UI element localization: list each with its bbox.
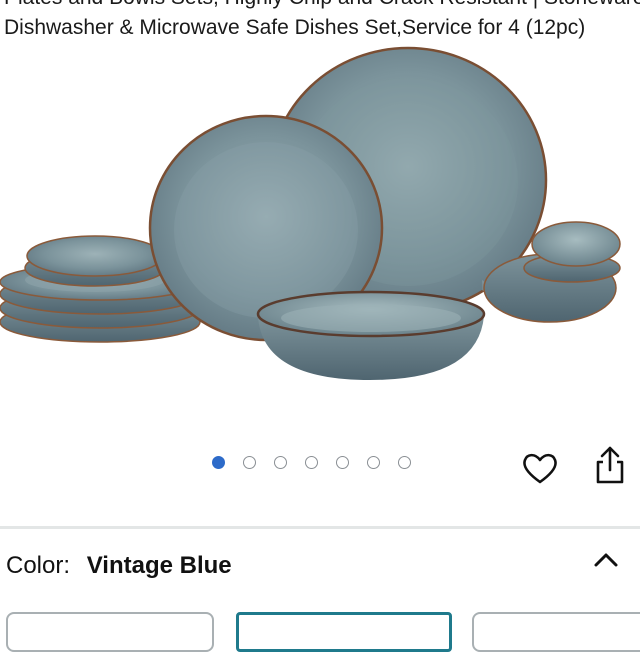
dinnerware-illustration bbox=[0, 46, 621, 380]
color-label: Color: bbox=[6, 552, 71, 579]
color-selector-header[interactable]: Color: Vintage Blue bbox=[6, 552, 232, 580]
pagination-dot-1[interactable] bbox=[212, 456, 225, 469]
heart-icon[interactable] bbox=[520, 448, 560, 488]
color-option-2-selected[interactable] bbox=[236, 612, 452, 652]
product-title: Plates and Bowls Sets, Highly Chip and C… bbox=[4, 0, 640, 43]
image-pagination[interactable] bbox=[212, 456, 411, 469]
color-value: Vintage Blue bbox=[86, 552, 232, 579]
pagination-dot-4[interactable] bbox=[305, 456, 318, 469]
chevron-up-icon[interactable] bbox=[592, 548, 620, 572]
color-option-1[interactable] bbox=[6, 612, 214, 652]
pagination-dot-2[interactable] bbox=[243, 456, 256, 469]
section-divider bbox=[0, 526, 640, 529]
product-title-line-1: Plates and Bowls Sets, Highly Chip and C… bbox=[4, 0, 640, 13]
product-image[interactable] bbox=[0, 40, 640, 440]
pagination-dot-3[interactable] bbox=[274, 456, 287, 469]
front-bowl bbox=[256, 290, 486, 380]
product-title-line-2: Dishwasher & Microwave Safe Dishes Set,S… bbox=[4, 16, 586, 39]
pagination-dot-6[interactable] bbox=[367, 456, 380, 469]
pagination-dot-5[interactable] bbox=[336, 456, 349, 469]
pagination-dot-7[interactable] bbox=[398, 456, 411, 469]
color-option-3[interactable] bbox=[472, 612, 640, 652]
share-icon[interactable] bbox=[590, 444, 630, 488]
